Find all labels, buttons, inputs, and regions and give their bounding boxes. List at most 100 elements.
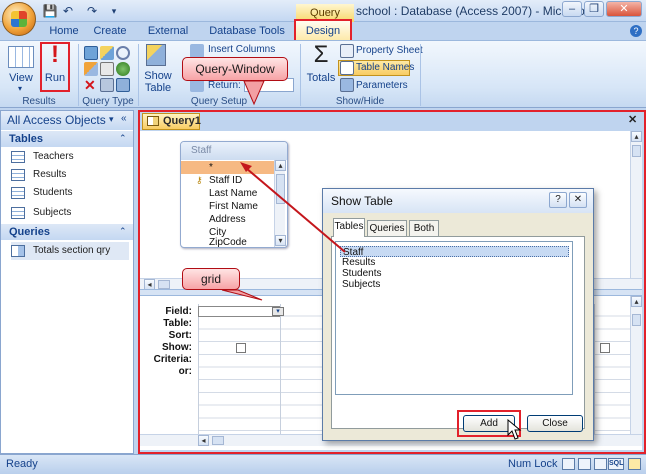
nav-section-tables[interactable]: Tables [1, 131, 133, 147]
field-all[interactable]: * [181, 161, 275, 174]
sql-view-icon[interactable]: SQL [608, 458, 624, 470]
nav-collapse-icon[interactable]: « [121, 113, 127, 124]
scroll-thumb[interactable] [158, 280, 170, 289]
show-table-button-line1[interactable]: Show [140, 70, 176, 82]
redo-icon[interactable]: ↷ [84, 3, 100, 19]
scroll-thumb[interactable] [212, 436, 224, 445]
pivot-chart-view-icon[interactable] [594, 458, 607, 470]
insert-columns-icon[interactable] [190, 44, 204, 58]
make-table-icon[interactable] [100, 46, 114, 60]
tab-external-data[interactable]: External Data [136, 22, 200, 55]
close-button[interactable]: Close [527, 415, 583, 432]
parameters-icon[interactable] [340, 78, 354, 92]
close-document-icon[interactable]: ✕ [628, 113, 640, 127]
scroll-up-icon[interactable]: ▴ [631, 131, 642, 142]
show-checkbox[interactable] [600, 343, 610, 353]
list-item-staff[interactable]: Staff [340, 246, 569, 258]
undo-icon[interactable]: ↶ [60, 3, 76, 19]
status-ready: Ready [6, 458, 38, 470]
navigation-pane: All Access Objects ▾ « Tables ⌃ Teachers… [0, 110, 134, 454]
customize-toolbar-icon[interactable]: ▾ [106, 3, 122, 19]
tab-both[interactable]: Both [409, 220, 439, 237]
table-list[interactable]: Staff Results Students Subjects [335, 241, 573, 395]
field-dropdown-icon[interactable]: ▾ [272, 307, 284, 316]
view-icon[interactable] [8, 46, 34, 68]
minimize-icon[interactable]: – [562, 1, 582, 17]
nav-item-students[interactable]: Students [11, 184, 129, 202]
queries-section-chevron-icon[interactable]: ⌃ [119, 226, 127, 237]
grid-column[interactable] [594, 304, 630, 434]
delete-query-icon[interactable]: ✕ [84, 78, 98, 92]
parameters-button[interactable]: Parameters [356, 80, 408, 91]
union-query-icon[interactable] [116, 62, 130, 76]
view-button[interactable]: View [4, 72, 38, 84]
scroll-up-icon[interactable]: ▴ [631, 296, 642, 307]
design-view-icon[interactable] [628, 458, 641, 470]
scroll-thumb[interactable] [276, 174, 285, 204]
document-tab-query1[interactable]: Query1 [142, 113, 201, 130]
nav-section-queries[interactable]: Queries [1, 224, 133, 240]
list-item-students[interactable]: Students [340, 268, 569, 279]
property-sheet-button[interactable]: Property Sheet [356, 45, 423, 56]
grid-field-cell[interactable] [198, 306, 280, 317]
property-sheet-icon[interactable] [340, 44, 354, 58]
field-staff-id[interactable]: ⚷ Staff ID [181, 174, 275, 187]
nav-item-totals-section-qry[interactable]: Totals section qry [11, 242, 129, 260]
design-grid-vscroll[interactable]: ▴ [630, 296, 642, 434]
view-dropdown-icon[interactable]: ▾ [14, 84, 26, 93]
data-definition-icon[interactable] [116, 78, 130, 92]
field-list-staff[interactable]: Staff * ⚷ Staff ID Last Name First Name A… [180, 141, 288, 248]
run-icon[interactable]: ! [48, 42, 62, 68]
grid-column[interactable] [198, 304, 280, 434]
tab-queries[interactable]: Queries [367, 220, 407, 237]
grid-column[interactable] [280, 304, 324, 434]
pivot-table-view-icon[interactable] [578, 458, 591, 470]
field-last-name[interactable]: Last Name [181, 187, 275, 200]
field-zipcode[interactable]: ZipCode [181, 236, 275, 249]
nav-item-results[interactable]: Results [11, 166, 129, 184]
scroll-thumb[interactable] [632, 145, 641, 157]
scroll-up-icon[interactable]: ▴ [275, 160, 286, 171]
restore-icon[interactable]: ❐ [584, 1, 604, 17]
nav-menu-chevron-icon[interactable]: ▾ [109, 114, 114, 125]
field-list-scrollbar[interactable]: ▴ ▾ [274, 160, 286, 247]
scroll-left-icon[interactable]: ◂ [198, 435, 209, 446]
help-icon[interactable]: ? [630, 25, 642, 37]
scroll-thumb[interactable] [632, 314, 641, 326]
group-separator [420, 44, 421, 106]
dialog-close-icon[interactable]: ✕ [569, 192, 587, 208]
nav-item-subjects[interactable]: Subjects [11, 204, 129, 222]
crosstab-icon[interactable] [100, 62, 114, 76]
nav-item-teachers[interactable]: Teachers [11, 148, 129, 166]
row-label-sort: Sort: [168, 330, 192, 341]
list-item-subjects[interactable]: Subjects [340, 279, 569, 290]
select-query-icon[interactable] [84, 46, 98, 60]
append-icon[interactable] [116, 46, 130, 60]
list-item-results[interactable]: Results [340, 257, 569, 268]
update-query-icon[interactable] [84, 62, 98, 76]
run-button[interactable]: Run [42, 72, 68, 84]
field-list-title[interactable]: Staff [181, 142, 287, 160]
close-window-icon[interactable]: ✕ [606, 1, 642, 17]
tab-database-tools[interactable]: Database Tools [208, 22, 286, 40]
show-table-icon[interactable] [146, 44, 166, 66]
totals-button[interactable]: Totals [304, 72, 338, 84]
save-icon[interactable]: 💾 [42, 3, 58, 19]
tables-section-chevron-icon[interactable]: ⌃ [119, 133, 127, 144]
totals-icon[interactable]: Σ [310, 42, 332, 68]
show-table-button-line2[interactable]: Table [140, 82, 176, 94]
tab-home[interactable]: Home [44, 22, 84, 40]
pass-through-icon[interactable] [100, 78, 114, 92]
tab-tables[interactable]: Tables [333, 218, 365, 237]
datasheet-view-icon[interactable] [562, 458, 575, 470]
tab-create[interactable]: Create [90, 22, 130, 40]
office-button[interactable] [2, 2, 36, 36]
show-checkbox[interactable] [236, 343, 246, 353]
field-first-name[interactable]: First Name [181, 200, 275, 213]
field-address[interactable]: Address [181, 213, 275, 226]
scroll-down-icon[interactable]: ▾ [275, 235, 286, 246]
insert-columns-button[interactable]: Insert Columns [208, 44, 275, 55]
table-pane-vscroll[interactable]: ▴ [630, 131, 642, 278]
row-label-field: Field: [165, 306, 192, 317]
dialog-help-icon[interactable]: ? [549, 192, 567, 208]
